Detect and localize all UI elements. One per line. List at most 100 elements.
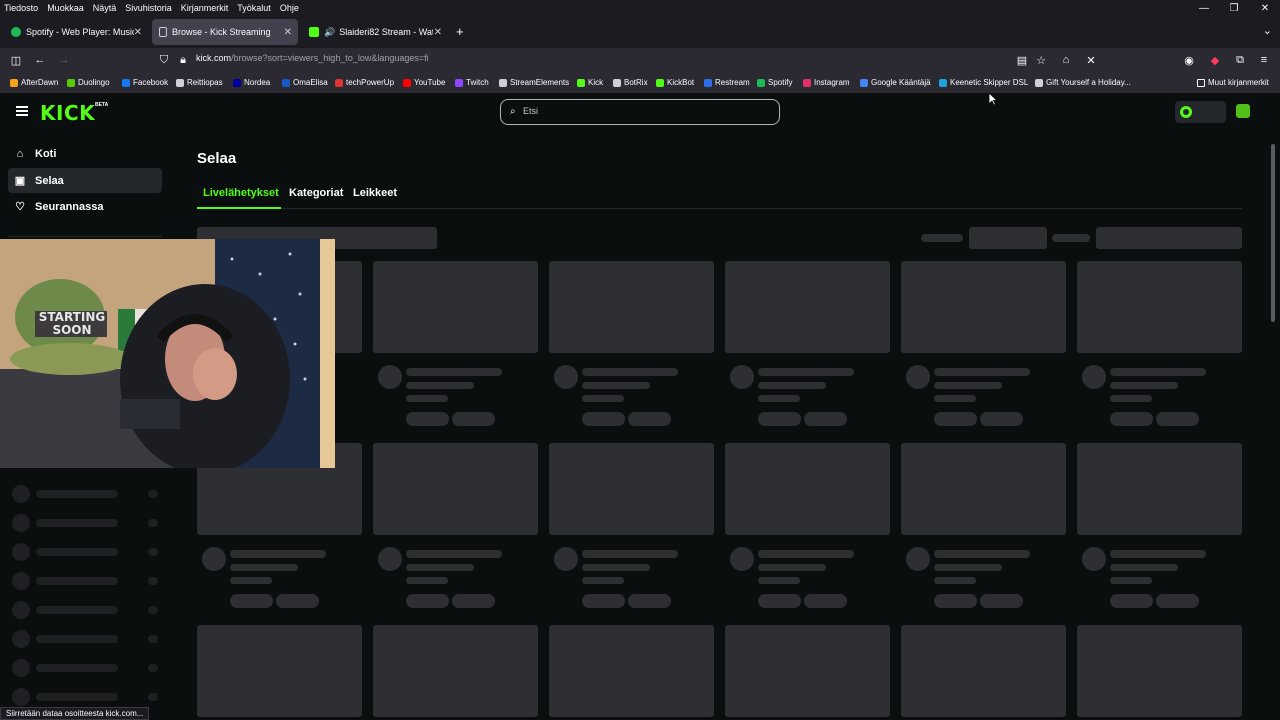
- bookmark-label: OmaElisa: [293, 78, 328, 87]
- sidebar-item-home[interactable]: ⌂ Koti: [8, 141, 162, 166]
- techpowerup-icon: [335, 78, 343, 87]
- bookmark-google-translate[interactable]: Google Kääntäjä: [860, 78, 931, 87]
- app-menu-icon[interactable]: ≡: [1256, 52, 1272, 68]
- extensions-icon[interactable]: ⧉: [1232, 52, 1248, 68]
- tab-kick-browse[interactable]: Browse - Kick Streaming ✕: [152, 19, 298, 45]
- channel-skeleton: [1110, 382, 1178, 389]
- channel-avatar-skeleton: [12, 601, 30, 619]
- tab-categories[interactable]: Kategoriat: [289, 187, 343, 199]
- tag-skeleton: [758, 412, 801, 426]
- tag-skeleton: [804, 594, 847, 608]
- bookmark-afterdawn[interactable]: AfterDawn: [10, 78, 58, 87]
- sidebar-divider: [8, 236, 162, 237]
- bookmark-streamelements[interactable]: StreamElements: [499, 78, 569, 87]
- search-input[interactable]: [523, 106, 763, 116]
- tag-skeleton: [628, 594, 671, 608]
- bookmarks-toolbar: AfterDawn Duolingo Facebook Reittiopas N…: [0, 72, 1280, 94]
- menu-tools[interactable]: Työkalut: [233, 3, 276, 13]
- bookmark-duolingo[interactable]: Duolingo: [67, 78, 110, 87]
- title-skeleton: [582, 550, 678, 558]
- sidebar-item-browse[interactable]: ▣ Selaa: [8, 168, 162, 193]
- bookmark-gift[interactable]: Gift Yourself a Holiday...: [1035, 78, 1131, 87]
- globe-icon: [1035, 78, 1043, 87]
- star-icon[interactable]: ☆: [1033, 52, 1049, 68]
- bookmark-nordea[interactable]: Nordea: [233, 78, 270, 87]
- tag-skeleton: [980, 412, 1023, 426]
- url-field[interactable]: kick.com/browse?sort=viewers_high_to_low…: [196, 53, 429, 63]
- bookmark-label: Nordea: [244, 78, 271, 87]
- stream-thumbnail-skeleton: [725, 261, 890, 353]
- heart-icon: ♡: [15, 201, 25, 213]
- hamburger-menu-icon[interactable]: [16, 106, 28, 116]
- folder-icon: [1197, 78, 1205, 87]
- account-icon[interactable]: ◉: [1181, 52, 1197, 68]
- speaker-icon[interactable]: 🔊: [324, 27, 335, 38]
- bookmark-kickbot[interactable]: KickBot: [656, 78, 694, 87]
- channel-name-skeleton: [36, 606, 118, 614]
- menu-edit[interactable]: Muokkaa: [43, 3, 89, 13]
- restore-icon[interactable]: ❐: [1219, 0, 1249, 16]
- bookmark-spotify[interactable]: Spotify: [757, 78, 792, 87]
- tag-skeleton: [582, 412, 625, 426]
- channel-avatar-skeleton: [12, 485, 30, 503]
- bookmark-label: Restream: [715, 78, 750, 87]
- bookmark-instagram[interactable]: Instagram: [803, 78, 850, 87]
- addon-icon[interactable]: ◆: [1207, 52, 1223, 68]
- avatar[interactable]: [1236, 104, 1250, 118]
- close-tab-icon[interactable]: ✕: [284, 27, 292, 38]
- channel-skeleton: [582, 382, 650, 389]
- channel-skeleton: [582, 564, 650, 571]
- bookmark-reittiopas[interactable]: Reittiopas: [176, 78, 223, 87]
- bookmark-other-folder[interactable]: Muut kirjanmerkit: [1197, 78, 1269, 87]
- elisa-icon: [282, 78, 290, 87]
- new-tab-icon[interactable]: +: [456, 24, 464, 39]
- bookmark-botrix[interactable]: BotRix: [613, 78, 648, 87]
- forward-icon[interactable]: →: [56, 52, 72, 68]
- bookmark-keenetic[interactable]: Keenetic Skipper DSL: [939, 78, 1028, 87]
- shield-icon[interactable]: ⛉: [156, 52, 172, 68]
- menu-view[interactable]: Näytä: [89, 3, 122, 13]
- avatar-skeleton: [906, 365, 930, 389]
- channel-skeleton: [1110, 564, 1178, 571]
- title-skeleton: [1110, 550, 1206, 558]
- scrollbar[interactable]: [1271, 144, 1275, 322]
- menu-bookmarks[interactable]: Kirjanmerkit: [177, 3, 234, 13]
- tab-live[interactable]: Livelähetykset: [203, 187, 279, 199]
- kick-icon: [577, 78, 585, 87]
- bookmark-restream[interactable]: Restream: [704, 78, 750, 87]
- avatar-skeleton: [730, 547, 754, 571]
- sidebar-item-following[interactable]: ♡ Seurannassa: [8, 194, 162, 219]
- stop-loading-icon[interactable]: ✕: [1083, 52, 1099, 68]
- tab-spotify[interactable]: Spotify - Web Player: Music for ✕: [4, 19, 148, 45]
- bookmark-omaelisa[interactable]: OmaElisa: [282, 78, 328, 87]
- bookmark-facebook[interactable]: Facebook: [122, 78, 168, 87]
- category-skeleton: [582, 395, 624, 402]
- menu-help[interactable]: Ohje: [276, 3, 304, 13]
- tab-clips[interactable]: Leikkeet: [353, 187, 397, 199]
- user-status-button[interactable]: [1175, 101, 1226, 123]
- back-icon[interactable]: ←: [32, 52, 48, 68]
- minimize-icon[interactable]: —: [1189, 0, 1219, 16]
- bookmark-twitch[interactable]: Twitch: [455, 78, 489, 87]
- stream-thumbnail-skeleton: [549, 261, 714, 353]
- avatar-skeleton: [1082, 547, 1106, 571]
- tag-skeleton: [452, 412, 495, 426]
- chevron-down-icon[interactable]: ⌄: [1263, 24, 1272, 37]
- reader-view-icon[interactable]: ▤: [1014, 52, 1030, 68]
- tab-slaideri-stream[interactable]: 🔊 Slaideri82 Stream - Watch l ✕: [302, 19, 448, 45]
- menu-history[interactable]: Sivuhistoria: [121, 3, 177, 13]
- avatar-skeleton: [378, 547, 402, 571]
- close-tab-icon[interactable]: ✕: [134, 27, 142, 38]
- home-icon[interactable]: ⌂: [1058, 52, 1074, 68]
- close-tab-icon[interactable]: ✕: [434, 27, 442, 38]
- tag-skeleton: [406, 594, 449, 608]
- bookmark-youtube[interactable]: YouTube: [403, 78, 445, 87]
- menu-file[interactable]: Tiedosto: [0, 3, 43, 13]
- kick-logo[interactable]: KICK: [40, 101, 95, 125]
- bookmark-kick[interactable]: Kick: [577, 78, 603, 87]
- sidebar-toggle-icon[interactable]: ◫: [8, 52, 24, 68]
- bookmark-techpowerup[interactable]: techPowerUp: [335, 78, 394, 87]
- search-box[interactable]: ⌕: [500, 99, 780, 125]
- lock-icon[interactable]: 🔒︎: [175, 52, 191, 68]
- close-window-icon[interactable]: ✕: [1250, 0, 1280, 16]
